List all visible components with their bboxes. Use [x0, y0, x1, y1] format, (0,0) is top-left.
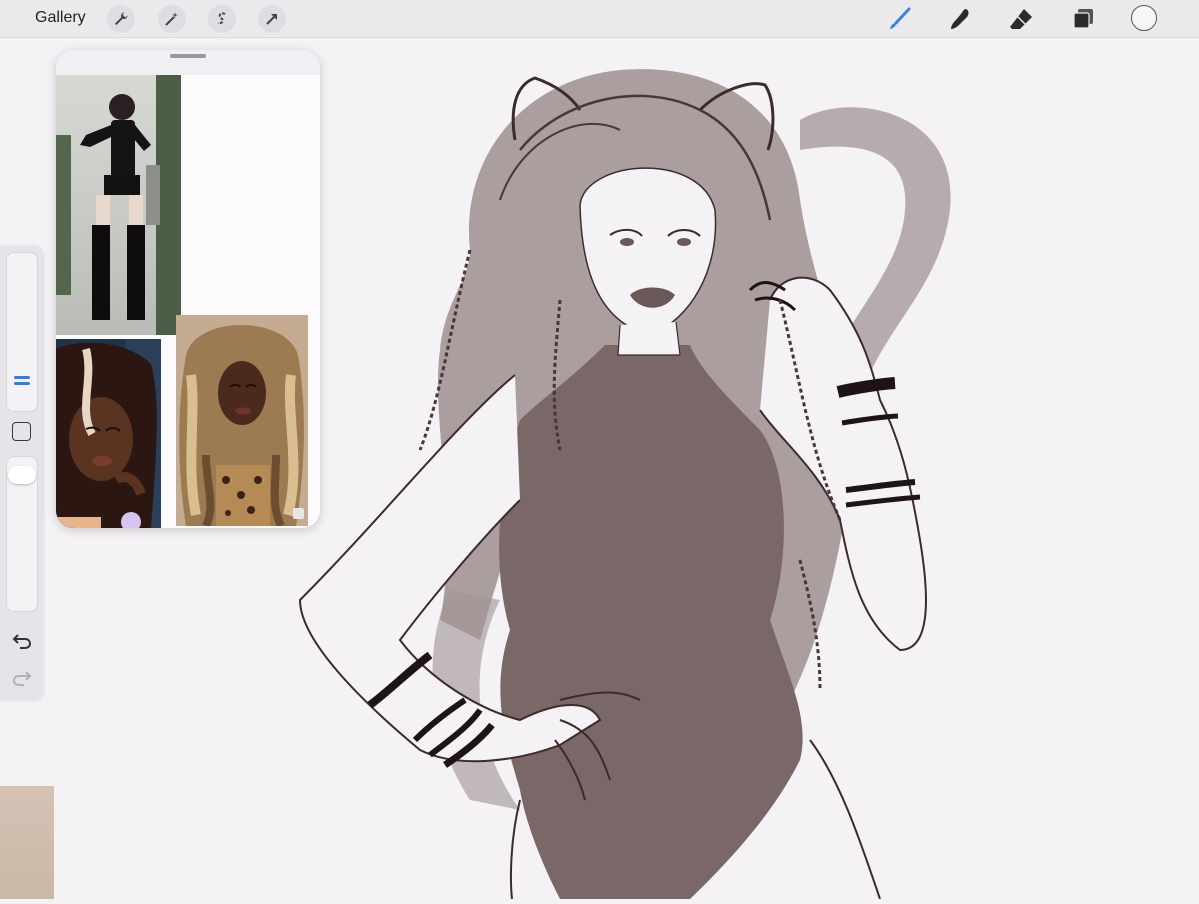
brush-tool[interactable] [885, 4, 915, 34]
reference-panel[interactable] [56, 50, 320, 528]
gothic-outfit-photo [56, 75, 181, 335]
brush-size-handle-line [14, 382, 30, 385]
left-sidebar [0, 246, 44, 701]
reference-panel-grabber[interactable] [170, 54, 206, 58]
reference-image-gothic-outfit[interactable] [56, 75, 181, 335]
magic-wand-icon [165, 12, 178, 26]
selection-button[interactable] [208, 5, 236, 33]
opacity-handle[interactable] [8, 466, 36, 484]
eraser-icon [1010, 9, 1032, 29]
opacity-slider[interactable] [6, 456, 38, 612]
partial-reference-thumbnail [0, 786, 54, 899]
modify-button[interactable] [12, 422, 31, 441]
wrench-icon [115, 12, 128, 25]
eraser-tool[interactable] [1006, 4, 1036, 34]
actions-button[interactable] [107, 5, 135, 33]
reference-image-curly-hair[interactable] [176, 315, 308, 526]
brush-size-slider[interactable] [6, 252, 38, 412]
brush-icon [890, 7, 911, 29]
selection-s-icon [217, 12, 226, 25]
braided-hair-portrait [56, 339, 161, 528]
curly-blonde-hair-photo [179, 325, 304, 526]
redo-icon[interactable] [11, 668, 33, 688]
smudge-tool[interactable] [945, 4, 975, 34]
color-picker-button[interactable] [1131, 5, 1157, 31]
bodysuit [499, 345, 803, 899]
undo-icon[interactable] [11, 631, 33, 651]
transform-arrow-icon [266, 14, 277, 25]
neck [617, 321, 681, 356]
layers-icon [1073, 9, 1093, 29]
adjustments-button[interactable] [158, 5, 186, 33]
brush-size-handle[interactable] [14, 376, 30, 379]
smudge-icon [951, 9, 969, 29]
reference-image-braided-hair[interactable] [56, 339, 161, 528]
top-toolbar: Gallery [0, 0, 1199, 38]
gallery-button[interactable]: Gallery [35, 9, 86, 27]
layers-button[interactable] [1068, 4, 1098, 34]
transform-button[interactable] [258, 5, 286, 33]
